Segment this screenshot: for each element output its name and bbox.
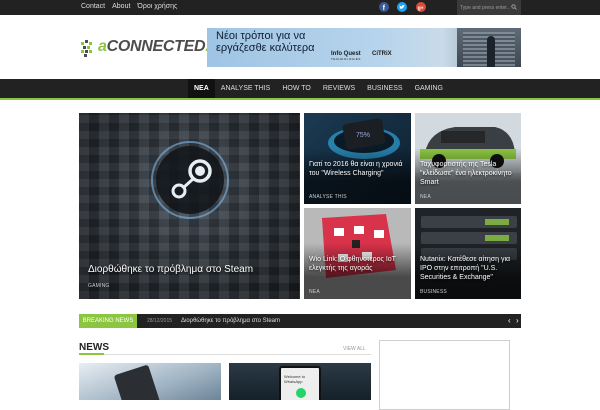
featured-article-3-title[interactable]: Wio Link: Ο φθηνότερος IoT ελεγκτής της …	[309, 255, 409, 273]
featured-article-4[interactable]: Nutanix: Κατέθεσε αίτηση για IPO στην επ…	[415, 208, 521, 299]
featured-article-2-category[interactable]: ΝΕΑ	[420, 194, 431, 200]
nav-item-gaming[interactable]: GAMING	[409, 79, 449, 98]
breaking-news-headline[interactable]: Διορθώθηκε το πρόβλημα στο Steam	[181, 314, 280, 328]
contact-link[interactable]: Contact	[81, 2, 105, 12]
logo-text: aCONNECTED.	[98, 38, 210, 55]
featured-main-article[interactable]: Διορθώθηκε το πρόβλημα στο Steam GAMING	[79, 113, 300, 299]
news-divider	[79, 354, 371, 355]
whatsapp-phone-image: Welcome to WhatsApp	[279, 366, 321, 400]
view-all-link[interactable]: VIEW ALL	[343, 346, 366, 352]
phone-image	[113, 364, 161, 400]
banner-brand-infoquest: Info Quest TECHNOLOGIES	[331, 51, 361, 61]
svg-text:75%: 75%	[356, 132, 370, 139]
featured-article-2[interactable]: Ταχυφορτιστής της Tesla "κλείδωσε" ένα η…	[415, 113, 521, 204]
nav-item-reviews[interactable]: REVIEWS	[317, 79, 361, 98]
next-arrow-icon[interactable]: ›	[516, 314, 519, 328]
featured-article-4-title[interactable]: Nutanix: Κατέθεσε αίτηση για IPO στην επ…	[420, 255, 520, 282]
nav-item-analyse-this[interactable]: ANALYSE THIS	[215, 79, 277, 98]
nav-item-nea[interactable]: ΝΕΑ	[188, 79, 215, 98]
featured-article-2-title[interactable]: Ταχυφορτιστής της Tesla "κλείδωσε" ένα η…	[420, 160, 520, 187]
featured-article-1-category[interactable]: ANALYSE THIS	[309, 194, 347, 200]
news-section-title: NEWS	[79, 342, 109, 353]
facebook-icon[interactable]: f	[379, 2, 389, 12]
news-thumb-2[interactable]: Welcome to WhatsApp	[229, 363, 371, 400]
search-icon[interactable]	[511, 4, 517, 10]
site-logo[interactable]: aCONNECTED.	[80, 36, 210, 60]
svg-text:g+: g+	[418, 5, 424, 11]
top-links: Contact About Όροι χρήσης	[81, 2, 177, 12]
breaking-news-label: BREAKING NEWS	[79, 314, 137, 328]
banner-headline: Νέοι τρόποι για να εργάζεσθε καλύτερα	[216, 30, 315, 54]
banner-brand-citrix: CiTRiX	[372, 51, 392, 57]
featured-article-3-category[interactable]: ΝΕΑ	[309, 289, 320, 295]
whatsapp-icon	[296, 388, 306, 398]
terms-link[interactable]: Όροι χρήσης	[137, 2, 177, 12]
breaking-news-date: 28/12/2015	[147, 318, 173, 324]
nav-item-how-to[interactable]: HOW TO	[276, 79, 317, 98]
breaking-news-bar: BREAKING NEWS 28/12/2015 Διορθώθηκε το π…	[79, 314, 521, 328]
nav-item-business[interactable]: BUSINESS	[361, 79, 408, 98]
google-plus-icon[interactable]: g+	[416, 2, 426, 12]
twitter-icon[interactable]	[397, 2, 407, 12]
svg-text:f: f	[383, 5, 386, 12]
featured-article-4-category[interactable]: BUSINESS	[420, 289, 447, 295]
search-box	[457, 0, 521, 15]
steam-logo-icon	[151, 141, 229, 219]
top-bar: Contact About Όροι χρήσης f g+	[0, 0, 600, 15]
featured-main-category[interactable]: GAMING	[88, 283, 109, 289]
banner-photo	[457, 28, 521, 67]
prev-arrow-icon[interactable]: ‹	[508, 314, 511, 328]
banner-ad[interactable]: Νέοι τρόποι για να εργάζεσθε καλύτερα In…	[207, 28, 521, 67]
main-nav: ΝΕΑ ANALYSE THIS HOW TO REVIEWS BUSINESS…	[0, 79, 600, 100]
logo-mark-icon	[81, 40, 92, 57]
news-title-underline	[79, 353, 104, 355]
search-input[interactable]	[460, 2, 510, 13]
news-thumb-1[interactable]	[79, 363, 221, 400]
about-link[interactable]: About	[112, 2, 130, 12]
featured-main-title[interactable]: Διορθώθηκε το πρόβλημα στο Steam	[88, 264, 288, 276]
featured-article-1-title[interactable]: Γιατί το 2016 θα είναι η χρονιά του "Wir…	[309, 160, 409, 178]
featured-article-1[interactable]: 75% Γιατί το 2016 θα είναι η χρονιά του …	[304, 113, 411, 204]
featured-article-3[interactable]: Wio Link: Ο φθηνότερος IoT ελεγκτής της …	[304, 208, 411, 299]
